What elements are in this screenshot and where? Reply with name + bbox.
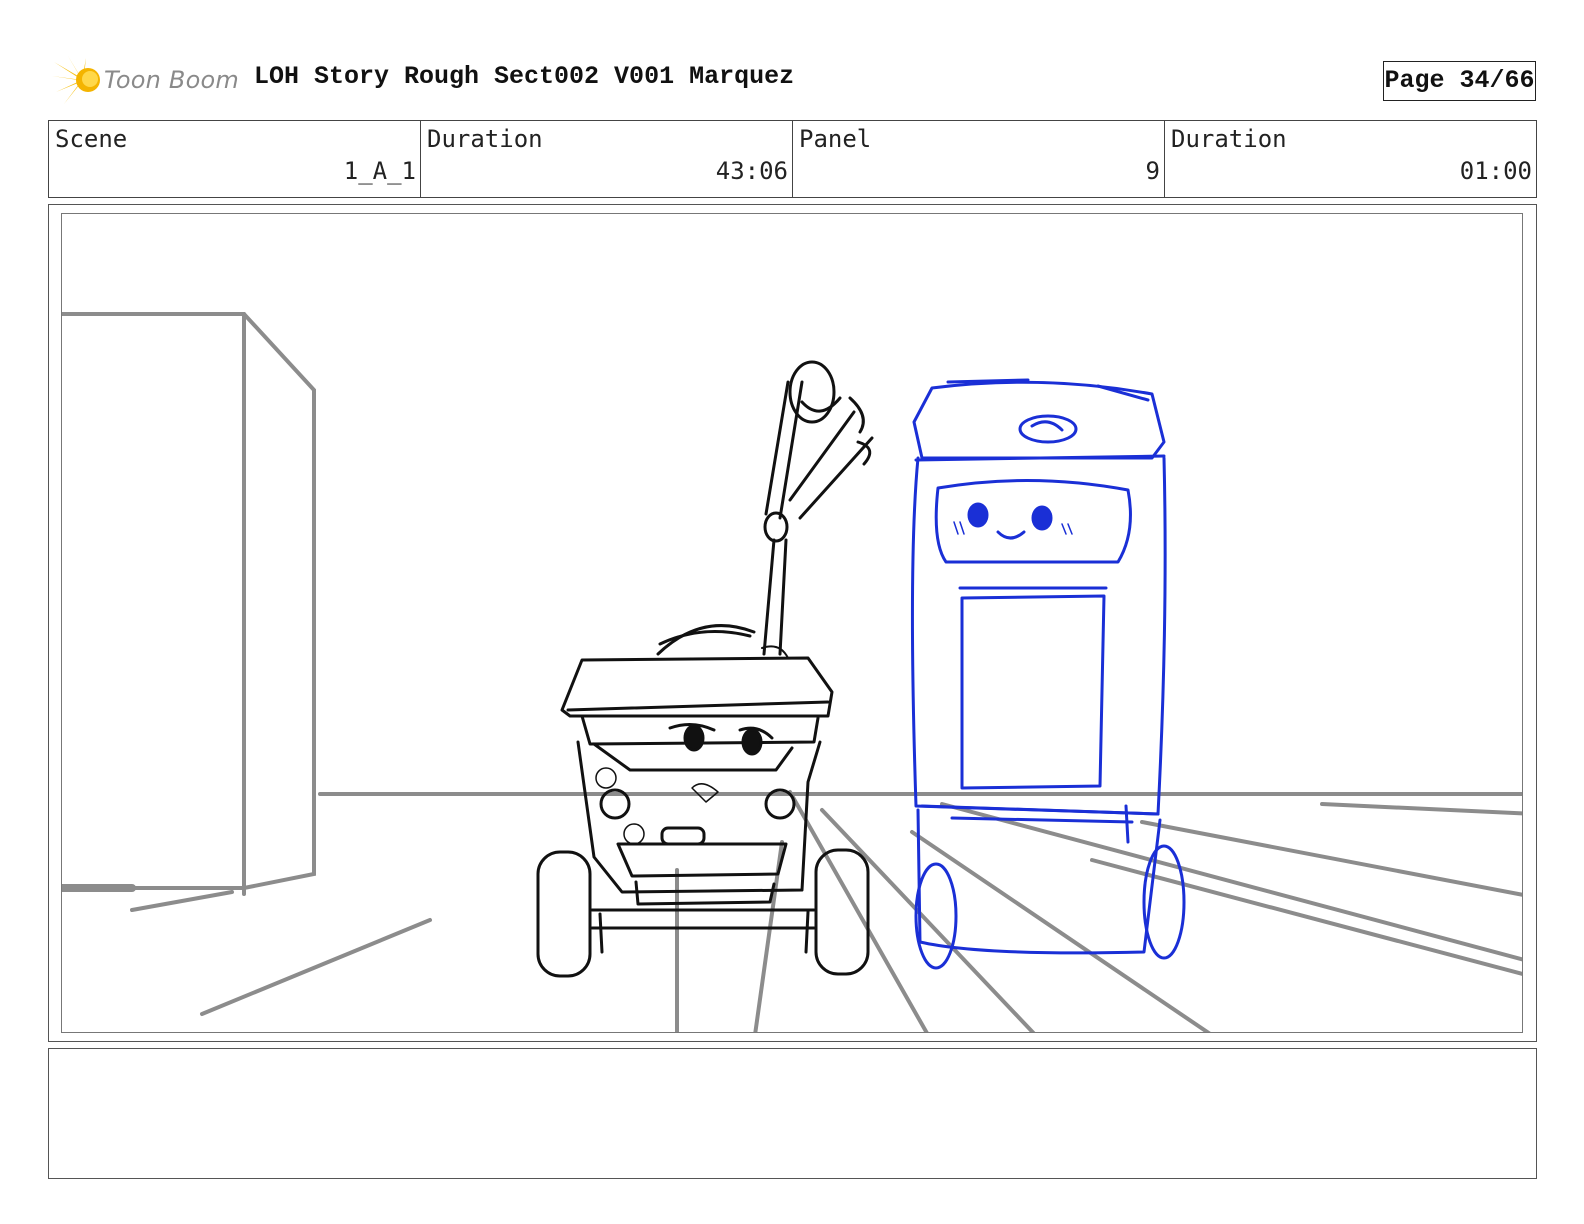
storyboard-panel [48,204,1537,1042]
background-layout-sketch [62,312,1522,1032]
panel-duration-value: 01:00 [1459,157,1532,185]
scene-duration-cell: Duration 43:06 [421,121,793,197]
panel-sketch [62,312,1522,1032]
logo-wordmark: Toon Boom [104,66,239,94]
panel-cell: Panel 9 [793,121,1165,197]
panel-drawing-area [61,213,1523,1033]
panel-duration-cell: Duration 01:00 [1165,121,1536,197]
panel-notes-box[interactable] [48,1048,1537,1179]
panel-duration-label: Duration [1171,125,1287,153]
document-title: LOH Story Rough Sect002 V001 Marquez [254,62,795,91]
scene-cell: Scene 1_A_1 [49,121,421,197]
scene-label: Scene [55,125,128,153]
page-number: Page 34/66 [1384,66,1535,95]
sunburst-icon [52,56,100,104]
page-indicator: Page 34/66 [1383,61,1536,101]
kiosk-robot-character [910,378,1186,970]
panel-label: Panel [799,125,872,153]
scene-duration-value: 43:06 [715,157,788,185]
panel-value: 9 [1145,157,1160,185]
scene-info-table: Scene 1_A_1 Duration 43:06 Panel 9 Durat… [48,120,1537,198]
scene-value: 1_A_1 [343,157,416,185]
cart-robot-character [536,360,874,978]
scene-duration-label: Duration [427,125,543,153]
